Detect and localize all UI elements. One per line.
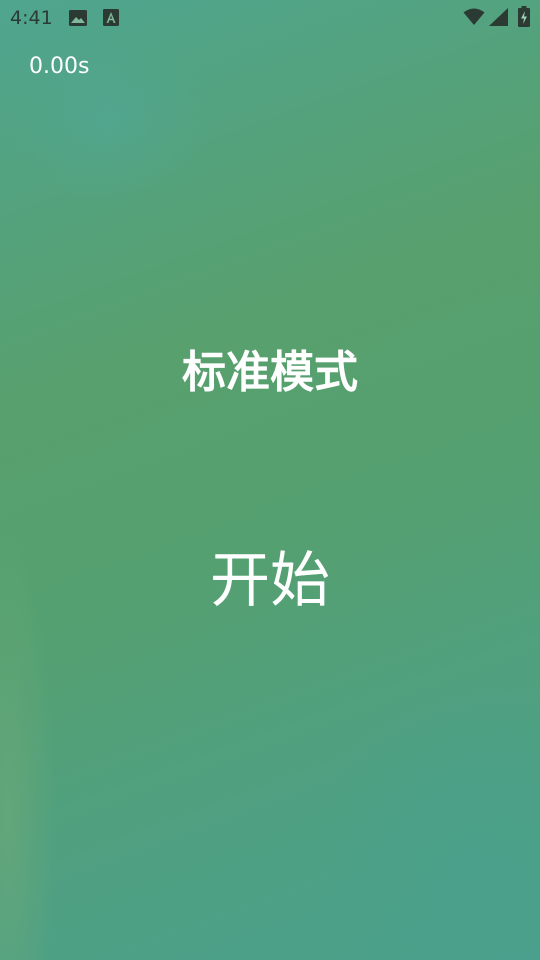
battery-charging-icon	[518, 6, 530, 27]
mode-title: 标准模式	[182, 347, 358, 398]
cell-signal-icon	[489, 8, 508, 26]
start-button[interactable]: 开始	[170, 540, 370, 622]
image-icon	[69, 10, 87, 26]
timer-display: 0.00s	[29, 54, 90, 79]
status-time: 4:41	[10, 7, 53, 29]
wifi-icon	[463, 8, 485, 25]
status-bar: 4:41	[0, 0, 540, 36]
font-a-icon	[103, 9, 119, 26]
